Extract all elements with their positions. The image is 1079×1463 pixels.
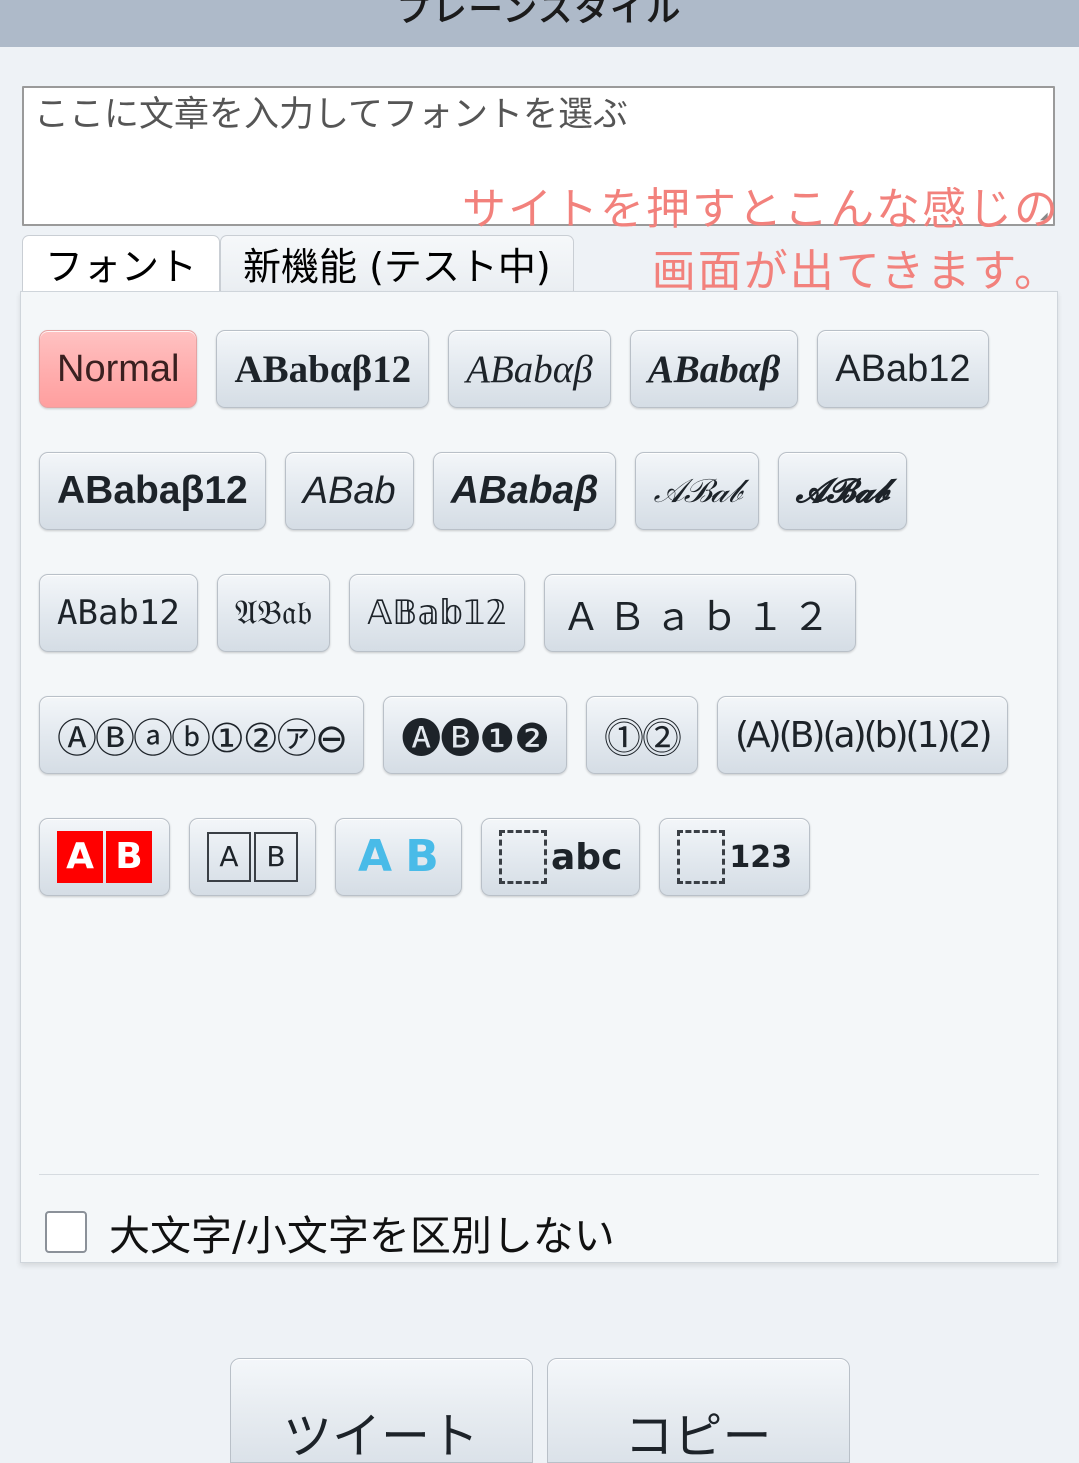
squared-blue-b: B bbox=[405, 831, 439, 882]
tab-new-features[interactable]: 新機能 (テスト中) bbox=[220, 235, 574, 291]
style-button-squared-red[interactable]: A B bbox=[39, 818, 170, 896]
style-button-serif-bold[interactable]: ABabαβ12 bbox=[216, 330, 430, 408]
style-button-sans-bold[interactable]: ABabaβ12 bbox=[39, 452, 266, 530]
style-button-sans-italic[interactable]: ABab bbox=[284, 452, 414, 530]
squared-outline-b: B bbox=[254, 832, 298, 882]
page-title: プレーンスタイル bbox=[396, 0, 683, 30]
ignore-case-row[interactable]: 大文字/小文字を区別しない bbox=[45, 1202, 615, 1262]
style-button-fullwidth[interactable]: ＡＢａｂ１２ bbox=[544, 574, 857, 652]
style-button-doublestruck[interactable]: 𝔸𝔹𝕒𝕓𝟙𝟚 bbox=[349, 574, 526, 652]
ignore-case-checkbox[interactable] bbox=[45, 1211, 87, 1253]
style-button-tofu-abc[interactable]: abc bbox=[481, 818, 641, 896]
style-button-parenthesized[interactable]: (A)(B)(a)(b)(1)(2) bbox=[716, 696, 1008, 774]
panel-divider bbox=[39, 1174, 1039, 1175]
page-body: ◢ サイトを押すとこんな感じの 画面が出てきます。 フォント 新機能 (テスト中… bbox=[0, 47, 1079, 1463]
style-button-fraktur[interactable]: 𝔄𝔅𝔞𝔟 bbox=[216, 574, 331, 652]
style-button-normal[interactable]: Normal bbox=[39, 330, 198, 408]
style-button-circled-negative[interactable]: 🅐🅑❶❷ bbox=[383, 696, 567, 774]
style-button-circled-double[interactable]: ⓵⓶ bbox=[585, 696, 698, 774]
copy-button[interactable]: コピー bbox=[546, 1358, 850, 1463]
text-input-wrapper: ◢ bbox=[22, 86, 1055, 226]
copy-button-label: コピー bbox=[624, 1408, 772, 1463]
squared-red-group: A B bbox=[57, 831, 152, 883]
text-input[interactable] bbox=[22, 86, 1055, 226]
style-button-circled[interactable]: ⒶⒷⓐⓑ①②㋐⊖ bbox=[39, 696, 365, 774]
style-button-sans[interactable]: ABab12 bbox=[817, 330, 989, 408]
squared-outline-a: A bbox=[207, 832, 251, 882]
style-button-tofu-123[interactable]: 123 bbox=[659, 818, 811, 896]
style-button-serif-italic[interactable]: ABabαβ bbox=[448, 330, 611, 408]
tweet-button-label: ツイート bbox=[282, 1408, 479, 1463]
action-button-bar: ツイート コピー bbox=[0, 1358, 1079, 1463]
squared-outline-group: A B bbox=[207, 832, 298, 882]
tab-fonts[interactable]: フォント bbox=[22, 235, 221, 291]
squared-red-a: A bbox=[57, 831, 103, 883]
style-row-1: Normal ABabαβ12 ABabαβ ABabαβ ABab12 bbox=[39, 308, 1039, 430]
style-button-serif-bold-italic[interactable]: ABabαβ bbox=[629, 330, 799, 408]
style-button-squared-blue[interactable]: A B bbox=[335, 818, 462, 896]
tab-bar: フォント 新機能 (テスト中) bbox=[22, 235, 574, 291]
ignore-case-label: 大文字/小文字を区別しない bbox=[109, 1212, 615, 1260]
squared-red-b: B bbox=[106, 831, 152, 883]
style-button-script-bold[interactable]: 𝓐𝓑𝓪𝓫 bbox=[777, 452, 907, 530]
style-button-script[interactable]: 𝒜ℬ𝒶𝒷 bbox=[635, 452, 759, 530]
tofu-123-label: 123 bbox=[729, 839, 793, 875]
squared-blue-group: A B bbox=[353, 831, 444, 883]
style-row-3: ABab12 𝔄𝔅𝔞𝔟 𝔸𝔹𝕒𝕓𝟙𝟚 ＡＢａｂ１２ bbox=[39, 552, 1039, 674]
font-style-panel: Normal ABabαβ12 ABabαβ ABabαβ ABab12 ABa… bbox=[20, 291, 1058, 1263]
tweet-button[interactable]: ツイート bbox=[229, 1358, 533, 1463]
style-button-squared-outline[interactable]: A B bbox=[189, 818, 316, 896]
style-button-sans-bold-italic[interactable]: ABabaβ bbox=[432, 452, 617, 530]
style-button-monospace[interactable]: ABab12 bbox=[39, 574, 198, 652]
missing-glyph-icon bbox=[677, 830, 726, 884]
title-bar: プレーンスタイル bbox=[0, 0, 1079, 47]
style-row-5: A B A B A B abc 123 bbox=[39, 796, 1039, 918]
style-button-rows: Normal ABabαβ12 ABabαβ ABabαβ ABab12 ABa… bbox=[39, 308, 1039, 918]
missing-glyph-icon bbox=[499, 830, 547, 884]
style-row-2: ABabaβ12 ABab ABabaβ 𝒜ℬ𝒶𝒷 𝓐𝓑𝓪𝓫 bbox=[39, 430, 1039, 552]
squared-blue-a: A bbox=[357, 831, 393, 882]
resize-grip-icon[interactable]: ◢ bbox=[1040, 212, 1050, 222]
tofu-abc-label: abc bbox=[551, 836, 623, 878]
style-row-4: ⒶⒷⓐⓑ①②㋐⊖ 🅐🅑❶❷ ⓵⓶ (A)(B)(a)(b)(1)(2) bbox=[39, 674, 1039, 796]
